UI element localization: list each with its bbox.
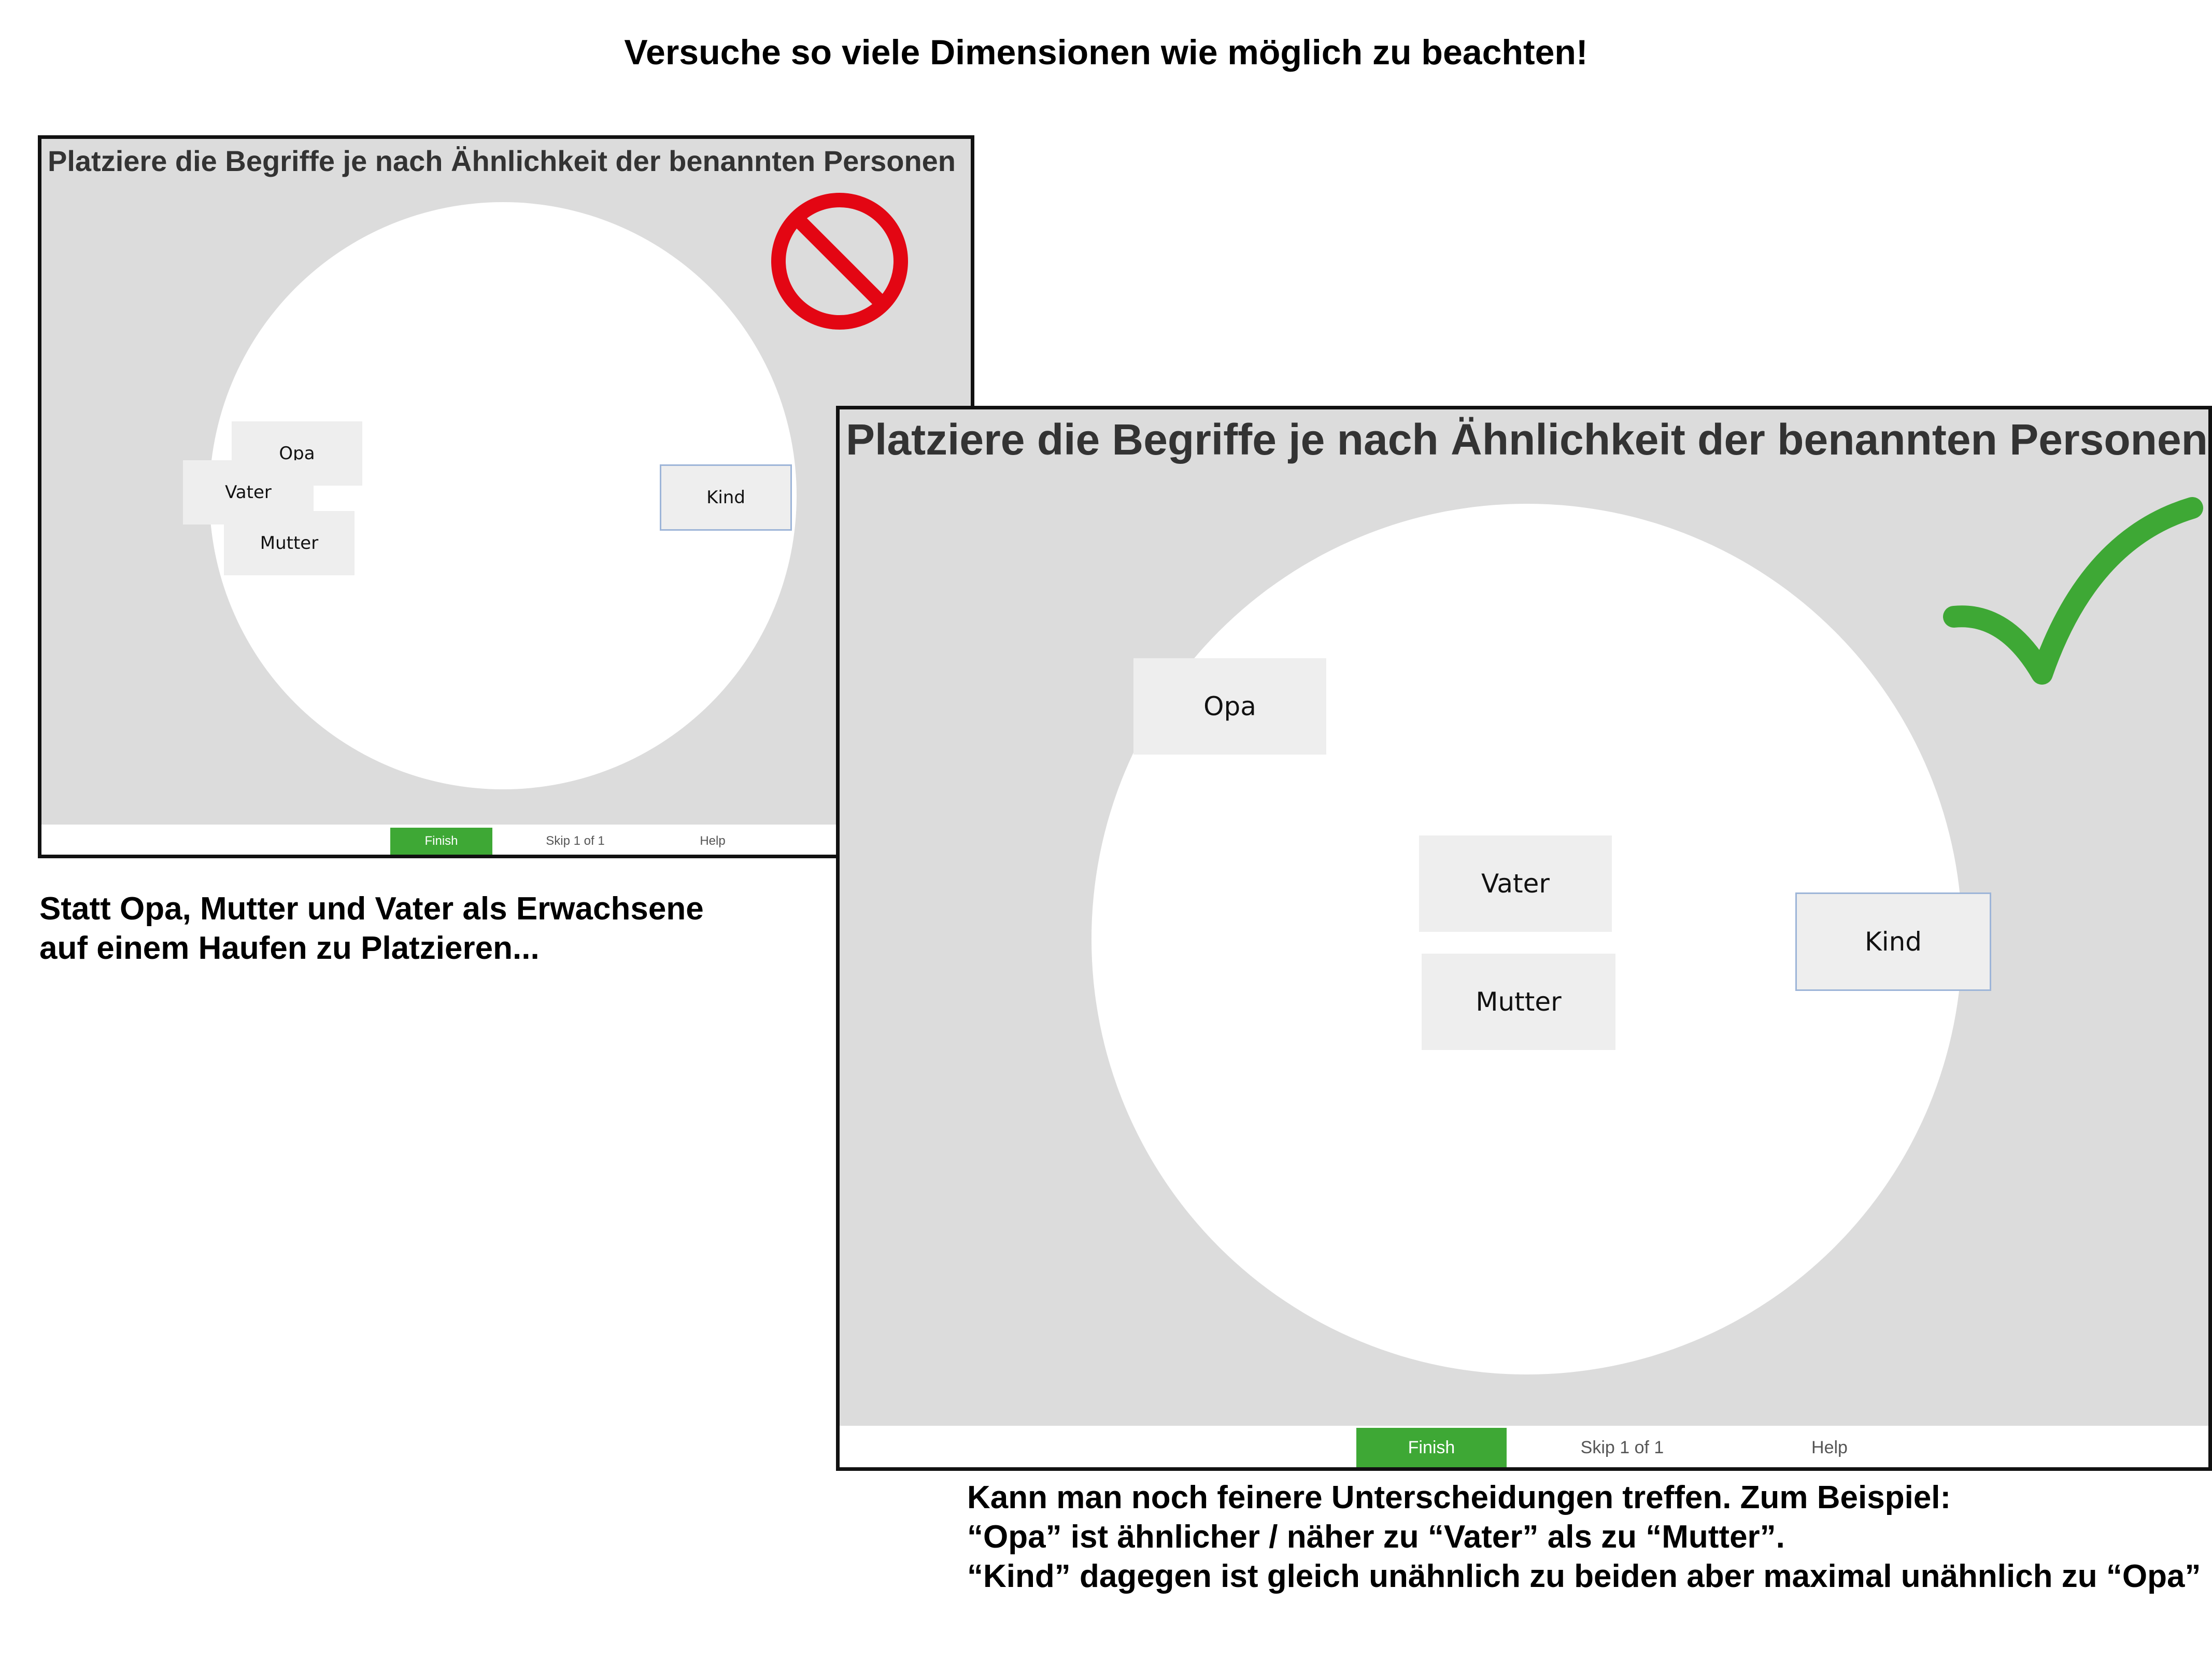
card-vater[interactable]: Vater bbox=[1419, 835, 1612, 932]
caption-line: “Opa” ist ähnlicher / näher zu “Vater” a… bbox=[967, 1519, 1785, 1555]
checkmark-icon bbox=[1943, 497, 2203, 685]
caption-good-example: Kann man noch feinere Unterscheidungen t… bbox=[967, 1478, 2201, 1596]
panel-title: Platziere die Begriffe je nach Ähnlichke… bbox=[48, 145, 956, 177]
skip-button[interactable]: Skip 1 of 1 bbox=[523, 828, 627, 855]
card-kind[interactable]: Kind bbox=[660, 464, 792, 531]
card-mutter[interactable]: Mutter bbox=[1422, 954, 1615, 1050]
card-opa[interactable]: Opa bbox=[1133, 658, 1326, 755]
prohibited-icon bbox=[771, 193, 908, 330]
help-button[interactable]: Help bbox=[1793, 1428, 1866, 1467]
card-kind[interactable]: Kind bbox=[1795, 892, 1991, 991]
page-heading: Versuche so viele Dimensionen wie möglic… bbox=[624, 33, 1588, 72]
help-button[interactable]: Help bbox=[684, 828, 741, 855]
caption-line: “Kind” dagegen ist gleich unähnlich zu b… bbox=[967, 1558, 2201, 1594]
finish-button[interactable]: Finish bbox=[1356, 1428, 1507, 1467]
caption-line: Statt Opa, Mutter und Vater als Erwachse… bbox=[39, 891, 704, 927]
caption-line: auf einem Haufen zu Platzieren... bbox=[39, 930, 540, 966]
panel-title: Platziere die Begriffe je nach Ähnlichke… bbox=[846, 415, 2208, 464]
good-example-panel: Platziere die Begriffe je nach Ähnlichke… bbox=[836, 406, 2212, 1471]
card-mutter[interactable]: Mutter bbox=[224, 511, 355, 575]
skip-button[interactable]: Skip 1 of 1 bbox=[1555, 1428, 1690, 1467]
bottom-toolbar: Finish Skip 1 of 1 Help bbox=[41, 825, 971, 855]
caption-line: Kann man noch feinere Unterscheidungen t… bbox=[967, 1480, 1951, 1515]
finish-button[interactable]: Finish bbox=[390, 828, 492, 855]
bottom-toolbar: Finish Skip 1 of 1 Help bbox=[840, 1426, 2208, 1467]
bad-example-panel: Platziere die Begriffe je nach Ähnlichke… bbox=[38, 135, 974, 858]
caption-bad-example: Statt Opa, Mutter und Vater als Erwachse… bbox=[39, 889, 704, 968]
